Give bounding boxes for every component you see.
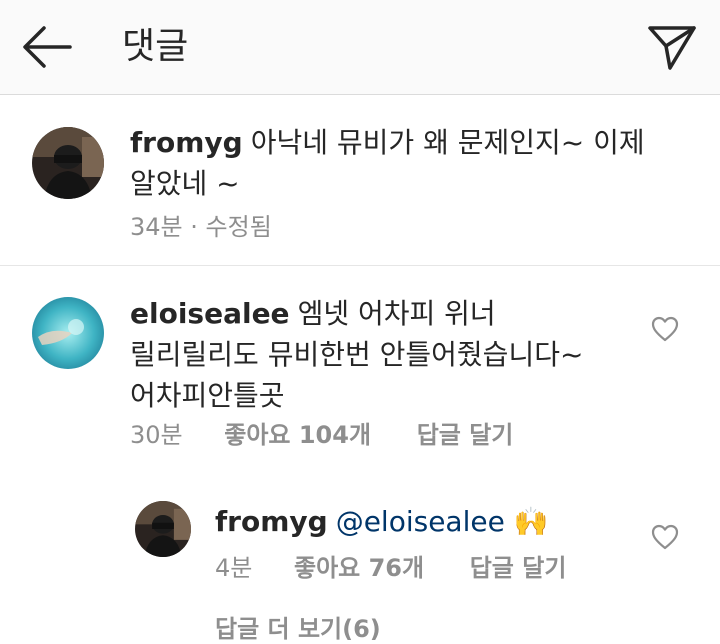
avatar[interactable] bbox=[32, 297, 104, 369]
comment-time: 30분 bbox=[130, 421, 183, 449]
edited-label: 수정됨 bbox=[205, 213, 272, 241]
comment-text: eloisealee 엠넷 어차피 위너 릴리릴리도 뮤비한번 안틀어줬습니다~ … bbox=[130, 293, 650, 416]
reply-button[interactable]: 답글 달기 bbox=[470, 554, 567, 582]
reply-username[interactable]: fromyg bbox=[215, 505, 328, 538]
comment-time: 34분 bbox=[130, 213, 183, 241]
heart-icon bbox=[651, 524, 679, 550]
back-button[interactable] bbox=[20, 22, 74, 72]
like-button[interactable] bbox=[651, 524, 679, 550]
likes-count[interactable]: 좋아요 76개 bbox=[294, 554, 424, 582]
page-title: 댓글 bbox=[122, 26, 189, 67]
reply-text: fromyg @eloisealee 🙌 bbox=[215, 501, 635, 542]
comment-body-line2: 알았네 ~ bbox=[130, 167, 240, 200]
comment-username[interactable]: eloisealee bbox=[130, 297, 290, 330]
mention-link[interactable]: @eloisealee bbox=[336, 505, 505, 538]
like-button[interactable] bbox=[651, 316, 679, 342]
comment-meta: 30분 좋아요 104개 답글 달기 bbox=[130, 420, 513, 450]
comment-text: fromyg 아낙네 뮤비가 왜 문제인지~ 이제 알았네 ~ bbox=[130, 122, 690, 204]
avatar[interactable] bbox=[135, 501, 191, 557]
comment-body-line3: 어차피안틀곳 bbox=[130, 379, 285, 412]
arrow-left-icon bbox=[23, 26, 72, 68]
send-button[interactable] bbox=[644, 20, 700, 74]
view-more-replies[interactable]: 답글 더 보기(6) bbox=[215, 614, 381, 644]
heart-icon bbox=[651, 316, 679, 342]
reply-meta: 4분 좋아요 76개 답글 달기 bbox=[215, 553, 566, 583]
comment-meta: 34분 · 수정됨 bbox=[130, 212, 272, 242]
reply-time: 4분 bbox=[215, 554, 253, 582]
comment-body: 아낙네 뮤비가 왜 문제인지~ 이제 bbox=[250, 126, 645, 159]
paper-plane-icon bbox=[648, 26, 696, 70]
divider bbox=[0, 265, 720, 266]
comment-body: 엠넷 어차피 위너 bbox=[297, 297, 496, 330]
separator-dot: · bbox=[190, 213, 198, 241]
reply-button[interactable]: 답글 달기 bbox=[417, 421, 514, 449]
comment-body-line2: 릴리릴리도 뮤비한번 안틀어줬습니다~ bbox=[130, 338, 584, 371]
likes-count[interactable]: 좋아요 104개 bbox=[224, 421, 371, 449]
avatar[interactable] bbox=[32, 127, 104, 199]
raising-hands-emoji: 🙌 bbox=[513, 505, 549, 538]
comment-username[interactable]: fromyg bbox=[130, 126, 243, 159]
header-bar: 댓글 bbox=[0, 0, 720, 95]
